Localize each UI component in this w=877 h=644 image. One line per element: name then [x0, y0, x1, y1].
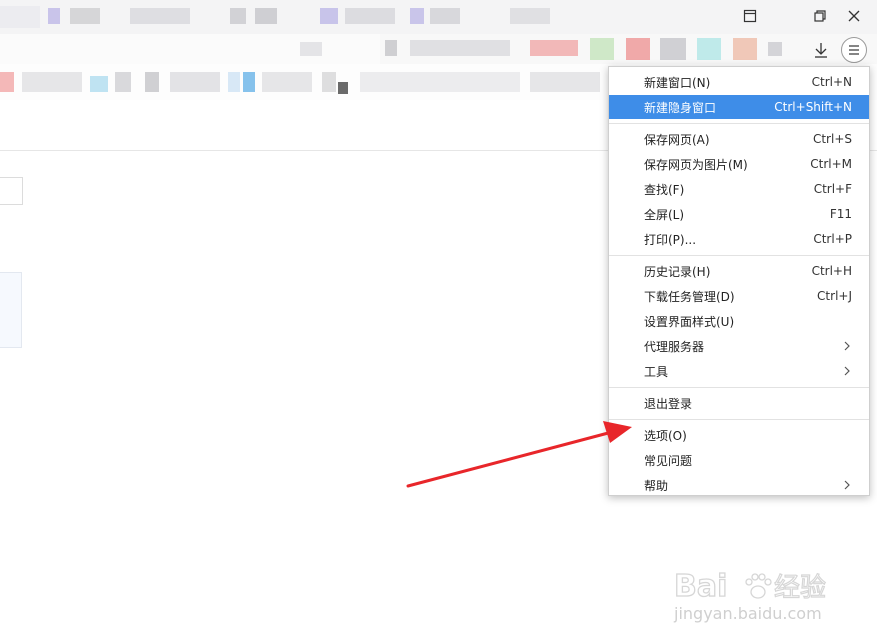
- annotation-arrow: [406, 421, 632, 488]
- watermark: Bai 经验 jingyan.baidu.com: [672, 566, 832, 626]
- watermark-brand2: 经验: [774, 573, 826, 603]
- watermark-url: jingyan.baidu.com: [673, 604, 822, 623]
- paw-icon: [745, 573, 772, 599]
- watermark-brand: Bai: [674, 569, 727, 604]
